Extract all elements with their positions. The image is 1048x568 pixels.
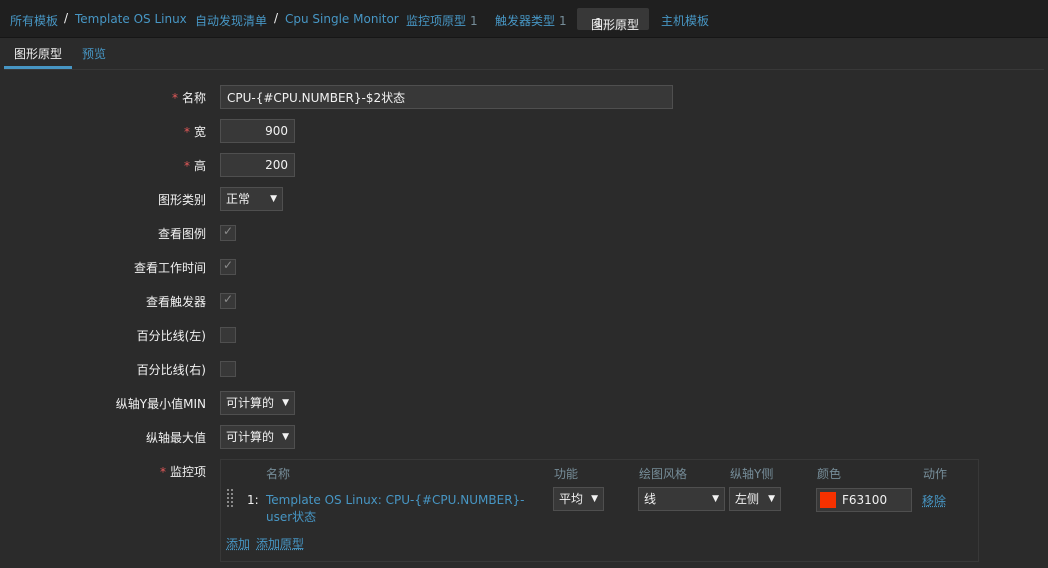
color-value: F63100: [842, 493, 888, 507]
percentile-left-label: 百分比线(左): [136, 329, 206, 343]
items-table: 名称 功能 绘图风格 纵轴Y侧 颜色 动作 1: Template OS Lin…: [220, 459, 979, 562]
drag-handle-icon[interactable]: [227, 489, 235, 507]
height-label: * 高: [184, 157, 206, 174]
nav-item-prototypes[interactable]: 监控项原型 1: [406, 12, 478, 29]
y-max-select[interactable]: 可计算的 ▼: [220, 425, 295, 449]
dropdown-arrow-icon: ▼: [768, 494, 775, 504]
items-label-text: 监控项: [169, 465, 206, 479]
graph-form: *名称 *宽 *高 图形类别 正常 ▼ 查看图例 ✓ 查看工作时间 ✓ 查看触发…: [4, 69, 1044, 568]
nav-trigger-types-count: 1: [559, 14, 567, 28]
graph-type-label: 图形类别: [157, 193, 206, 207]
breadcrumb-discovery[interactable]: 自动发现清单: [195, 12, 267, 29]
column-header-function: 功能: [554, 467, 579, 481]
row-index: 1:: [247, 493, 259, 507]
column-header-action: 动作: [923, 467, 948, 481]
y-min-select[interactable]: 可计算的 ▼: [220, 391, 295, 415]
height-input[interactable]: [220, 153, 295, 177]
function-value: 平均: [559, 492, 584, 506]
show-working-time-checkbox[interactable]: ✓: [220, 258, 236, 275]
checkmark-icon: ✓: [223, 292, 234, 306]
nav-trigger-types[interactable]: 触发器类型 1: [495, 12, 567, 29]
percentile-right-label: 百分比线(右): [136, 363, 206, 377]
show-working-time-label: 查看工作时间: [133, 261, 206, 275]
breadcrumb-discovery-rule[interactable]: Cpu Single Monitor: [285, 12, 399, 26]
percentile-right-checkbox[interactable]: [220, 361, 236, 377]
dropdown-arrow-icon: ▼: [591, 494, 598, 504]
color-swatch[interactable]: [820, 492, 836, 508]
tab-graph-prototype[interactable]: 图形原型: [14, 45, 62, 62]
y-min-label: 纵轴Y最小值MIN: [115, 397, 206, 411]
width-input[interactable]: [220, 119, 295, 143]
draw-style-value: 线: [644, 492, 657, 506]
name-input[interactable]: [220, 85, 673, 109]
y-axis-side-select[interactable]: 左侧 ▼: [729, 487, 781, 511]
required-marker: *: [171, 91, 178, 105]
graph-type-select[interactable]: 正常 ▼: [220, 187, 283, 211]
draw-style-select[interactable]: 线 ▼: [638, 487, 725, 511]
item-name-link[interactable]: Template OS Linux: CPU-{#CPU.NUMBER}-use…: [266, 492, 546, 526]
column-header-color: 颜色: [817, 467, 842, 481]
breadcrumb-separator: /: [274, 11, 279, 25]
nav-item-prototypes-label: 监控项原型: [406, 14, 467, 28]
width-label: * 宽: [184, 123, 206, 140]
nav-trigger-types-label: 触发器类型: [495, 14, 556, 28]
nav-graph-prototypes[interactable]: 图形原型 1: [577, 8, 649, 32]
y-axis-side-value: 左侧: [735, 492, 760, 506]
required-marker: *: [183, 125, 190, 139]
add-prototype-link[interactable]: 添加原型: [256, 535, 304, 552]
breadcrumb-bar: 所有模板 / Template OS Linux 自动发现清单 / Cpu Si…: [0, 0, 1048, 38]
column-header-name: 名称: [266, 467, 291, 481]
y-min-value: 可计算的: [226, 396, 275, 410]
dropdown-arrow-icon: ▼: [282, 398, 289, 408]
color-picker[interactable]: F63100: [816, 488, 912, 512]
nav-graph-prototypes-count: 1: [595, 16, 603, 30]
dropdown-arrow-icon: ▼: [712, 494, 719, 504]
dropdown-arrow-icon: ▼: [270, 194, 277, 204]
column-header-draw-style: 绘图风格: [639, 467, 688, 481]
checkmark-icon: ✓: [223, 258, 234, 272]
nav-host-templates[interactable]: 主机模板: [661, 12, 709, 29]
y-max-label: 纵轴最大值: [145, 431, 206, 445]
height-label-text: 高: [193, 159, 206, 173]
add-item-link[interactable]: 添加: [226, 535, 250, 552]
graph-type-value: 正常: [226, 192, 251, 206]
required-marker: *: [159, 465, 166, 479]
percentile-left-checkbox[interactable]: [220, 327, 236, 343]
name-label-text: 名称: [181, 91, 206, 105]
column-header-y-axis-side: 纵轴Y侧: [730, 467, 774, 481]
y-max-value: 可计算的: [226, 430, 275, 444]
width-label-text: 宽: [193, 125, 206, 139]
show-triggers-checkbox[interactable]: ✓: [220, 292, 236, 309]
remove-item-link[interactable]: 移除: [922, 492, 946, 509]
form-tabs: 图形原型 预览: [0, 38, 1048, 68]
name-label: * 名称: [172, 89, 206, 106]
breadcrumb-all-templates[interactable]: 所有模板: [10, 12, 58, 29]
show-legend-label: 查看图例: [157, 227, 206, 241]
nav-item-prototypes-count: 1: [470, 14, 478, 28]
items-label: * 监控项: [160, 463, 206, 480]
show-triggers-label: 查看触发器: [145, 295, 206, 309]
function-select[interactable]: 平均 ▼: [553, 487, 604, 511]
checkmark-icon: ✓: [223, 224, 234, 238]
breadcrumb-separator: /: [64, 11, 69, 25]
show-legend-checkbox[interactable]: ✓: [220, 224, 236, 241]
dropdown-arrow-icon: ▼: [282, 432, 289, 442]
breadcrumb-template[interactable]: Template OS Linux: [75, 12, 187, 26]
required-marker: *: [183, 159, 190, 173]
tab-preview[interactable]: 预览: [82, 45, 106, 62]
